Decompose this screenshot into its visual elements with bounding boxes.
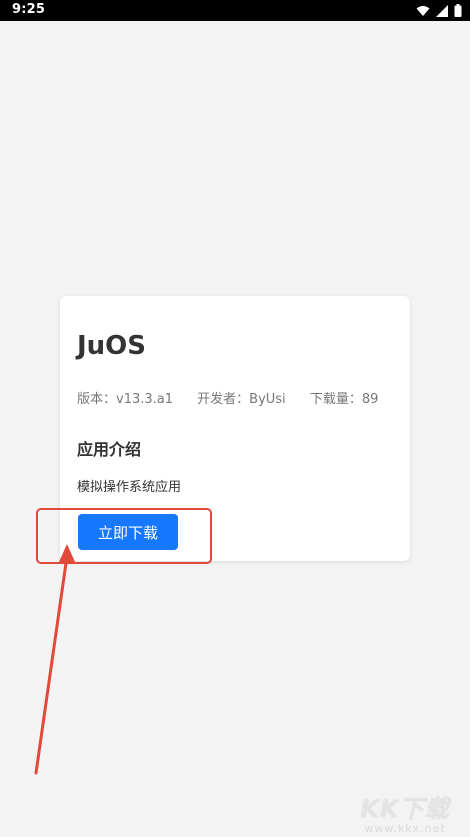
- app-meta: 版本：v13.3.a1 开发者：ByUsi 下载量：89: [77, 388, 378, 407]
- intro-title: 应用介绍: [77, 440, 142, 459]
- watermark-logo: KK下载: [360, 795, 450, 823]
- status-icons: [416, 2, 462, 21]
- intro-text: 模拟操作系统应用: [77, 480, 182, 495]
- arrow-shaft: [34, 554, 69, 775]
- app-title: JuOS: [77, 331, 147, 361]
- status-time: 9:25: [12, 2, 46, 17]
- app-version: 版本：v13.3.a1: [77, 392, 174, 407]
- battery-icon: [454, 2, 462, 21]
- app-developer: 开发者：ByUsi: [197, 392, 286, 407]
- app-card: JuOS 版本：v13.3.a1 开发者：ByUsi 下载量：89 应用介绍 模…: [60, 296, 410, 561]
- status-bar: 9:25: [0, 0, 470, 21]
- wifi-icon: [416, 2, 430, 21]
- download-button[interactable]: 立即下载: [78, 514, 178, 550]
- watermark: KK下载 www.kkx.net: [346, 789, 464, 835]
- app-downloads: 下载量：89: [309, 392, 379, 407]
- signal-icon: [436, 2, 448, 21]
